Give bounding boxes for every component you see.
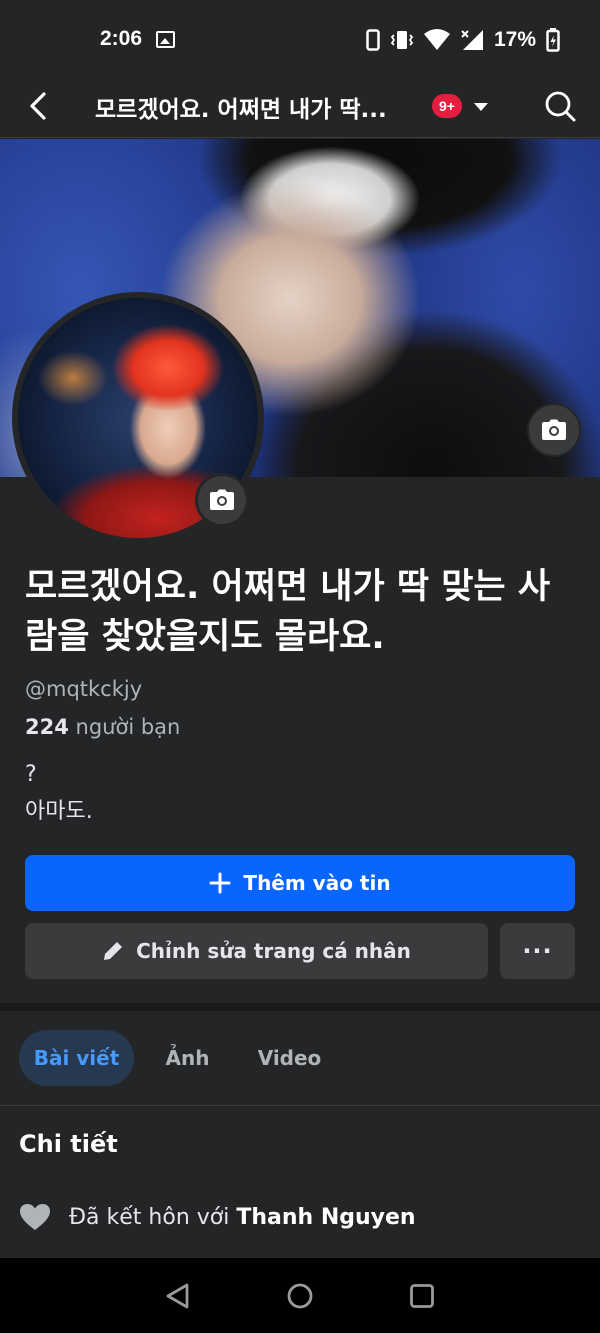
nav-home-icon bbox=[287, 1283, 313, 1309]
tab-video[interactable]: Video bbox=[242, 1030, 337, 1086]
profile-bio: ? 아마도. bbox=[25, 756, 93, 830]
edit-profile-label: Chỉnh sửa trang cá nhân bbox=[136, 939, 411, 963]
profile-username: @mqtkckjy bbox=[25, 677, 143, 701]
camera-icon bbox=[542, 419, 566, 440]
edit-avatar-button[interactable] bbox=[195, 473, 249, 527]
more-options-button[interactable]: ··· bbox=[500, 923, 575, 979]
tab-posts[interactable]: Bài viết bbox=[19, 1030, 134, 1086]
phone-icon bbox=[366, 29, 380, 51]
nav-recents-icon bbox=[410, 1284, 434, 1308]
add-to-story-label: Thêm vào tin bbox=[243, 871, 391, 895]
more-icon: ··· bbox=[522, 937, 553, 965]
back-arrow-icon bbox=[30, 92, 46, 120]
signal-icon bbox=[461, 30, 483, 50]
add-to-story-button[interactable]: Thêm vào tin bbox=[25, 855, 575, 911]
nav-back-button[interactable] bbox=[160, 1278, 196, 1314]
tabs-divider bbox=[0, 1105, 600, 1106]
image-icon bbox=[156, 31, 175, 48]
edit-cover-photo-button[interactable] bbox=[527, 403, 581, 457]
friends-count[interactable]: 224 người bạn bbox=[25, 715, 180, 739]
caret-down-icon bbox=[474, 103, 488, 111]
edit-profile-button[interactable]: Chỉnh sửa trang cá nhân bbox=[25, 923, 488, 979]
plus-icon bbox=[209, 872, 231, 894]
header-title: 모르겠어요. 어쩌면 내가 딱... bbox=[95, 97, 387, 123]
status-icons: 17% bbox=[366, 26, 560, 54]
status-time: 2:06 bbox=[100, 27, 143, 50]
vibrate-icon bbox=[390, 31, 414, 49]
app-header: 모르겠어요. 어쩌면 내가 딱... 9+ bbox=[0, 78, 600, 138]
section-divider bbox=[0, 1003, 600, 1011]
nav-back-icon bbox=[166, 1283, 189, 1309]
relationship-text: Đã kết hôn với Thanh Nguyen bbox=[69, 1205, 416, 1230]
camera-icon bbox=[210, 489, 234, 510]
search-button[interactable] bbox=[540, 86, 580, 126]
account-switcher-button[interactable] bbox=[470, 94, 492, 118]
nav-home-button[interactable] bbox=[282, 1278, 318, 1314]
relationship-prefix: Đã kết hôn với bbox=[69, 1204, 237, 1230]
battery-percent: 17% bbox=[493, 28, 536, 51]
system-nav-bar bbox=[0, 1258, 600, 1333]
nav-recents-button[interactable] bbox=[404, 1278, 440, 1314]
bio-line: ? bbox=[25, 762, 37, 787]
wifi-icon bbox=[423, 29, 450, 50]
notification-badge[interactable]: 9+ bbox=[432, 94, 462, 118]
search-icon bbox=[545, 91, 576, 122]
status-bar: 2:06 17% bbox=[0, 0, 600, 78]
heart-icon bbox=[20, 1204, 50, 1230]
battery-icon bbox=[546, 28, 560, 52]
relationship-detail[interactable]: Đã kết hôn với Thanh Nguyen bbox=[19, 1203, 416, 1231]
tab-photos[interactable]: Ảnh bbox=[150, 1030, 225, 1086]
profile-name: 모르겠어요. 어쩌면 내가 딱 맞는 사람을 찾았을지도 몰라요. bbox=[25, 567, 551, 657]
bio-line: 아마도. bbox=[25, 799, 93, 824]
back-button[interactable] bbox=[20, 86, 60, 126]
pencil-icon bbox=[104, 942, 123, 960]
details-heading: Chi tiết bbox=[19, 1130, 118, 1158]
relationship-partner[interactable]: Thanh Nguyen bbox=[236, 1205, 415, 1230]
friends-label: người bạn bbox=[68, 715, 181, 739]
friends-number: 224 bbox=[25, 715, 69, 739]
